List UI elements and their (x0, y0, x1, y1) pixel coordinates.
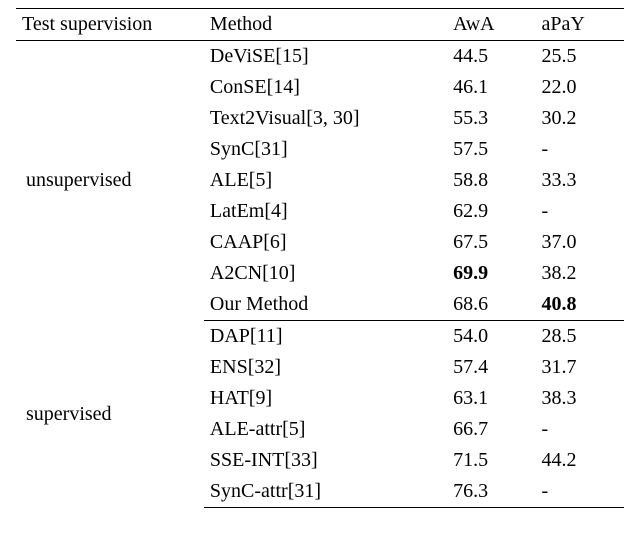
awa-cell: 62.9 (447, 196, 535, 227)
awa-cell: 57.4 (447, 352, 535, 383)
apay-cell: 22.0 (536, 72, 624, 103)
apay-cell: 38.3 (536, 383, 624, 414)
apay-cell: - (536, 196, 624, 227)
apay-cell: - (536, 134, 624, 165)
supervision-cell: supervised (16, 321, 204, 508)
results-table: Test supervision Method AwA aPaY unsuper… (16, 8, 624, 508)
method-cell: DeViSE[15] (204, 41, 447, 73)
method-cell: SynC[31] (204, 134, 447, 165)
apay-cell: 44.2 (536, 445, 624, 476)
apay-cell: 25.5 (536, 41, 624, 73)
awa-cell: 46.1 (447, 72, 535, 103)
method-cell: A2CN[10] (204, 258, 447, 289)
method-cell: LatEm[4] (204, 196, 447, 227)
method-cell: DAP[11] (204, 321, 447, 353)
header-supervision: Test supervision (16, 9, 204, 41)
table-header-row: Test supervision Method AwA aPaY (16, 9, 624, 41)
awa-cell: 63.1 (447, 383, 535, 414)
apay-cell: - (536, 476, 624, 508)
table-row: unsupervisedDeViSE[15]44.525.5 (16, 41, 624, 73)
method-cell: CAAP[6] (204, 227, 447, 258)
awa-cell: 66.7 (447, 414, 535, 445)
method-cell: Text2Visual[3, 30] (204, 103, 447, 134)
apay-cell: 37.0 (536, 227, 624, 258)
awa-cell: 58.8 (447, 165, 535, 196)
apay-cell: 30.2 (536, 103, 624, 134)
apay-cell: 28.5 (536, 321, 624, 353)
awa-cell: 68.6 (447, 289, 535, 321)
header-method: Method (204, 9, 447, 41)
method-cell: ConSE[14] (204, 72, 447, 103)
method-cell: ALE-attr[5] (204, 414, 447, 445)
method-cell: SSE-INT[33] (204, 445, 447, 476)
awa-cell: 76.3 (447, 476, 535, 508)
awa-cell: 55.3 (447, 103, 535, 134)
method-cell: HAT[9] (204, 383, 447, 414)
header-awa: AwA (447, 9, 535, 41)
apay-cell: - (536, 414, 624, 445)
awa-cell: 44.5 (447, 41, 535, 73)
apay-cell: 31.7 (536, 352, 624, 383)
method-cell: Our Method (204, 289, 447, 321)
supervision-cell: unsupervised (16, 41, 204, 321)
apay-cell: 38.2 (536, 258, 624, 289)
awa-cell: 57.5 (447, 134, 535, 165)
table-row: supervisedDAP[11]54.028.5 (16, 321, 624, 353)
awa-cell: 54.0 (447, 321, 535, 353)
method-cell: ALE[5] (204, 165, 447, 196)
header-apay: aPaY (536, 9, 624, 41)
awa-cell: 67.5 (447, 227, 535, 258)
awa-cell: 69.9 (447, 258, 535, 289)
awa-cell: 71.5 (447, 445, 535, 476)
apay-cell: 33.3 (536, 165, 624, 196)
apay-cell: 40.8 (536, 289, 624, 321)
method-cell: SynC-attr[31] (204, 476, 447, 508)
method-cell: ENS[32] (204, 352, 447, 383)
